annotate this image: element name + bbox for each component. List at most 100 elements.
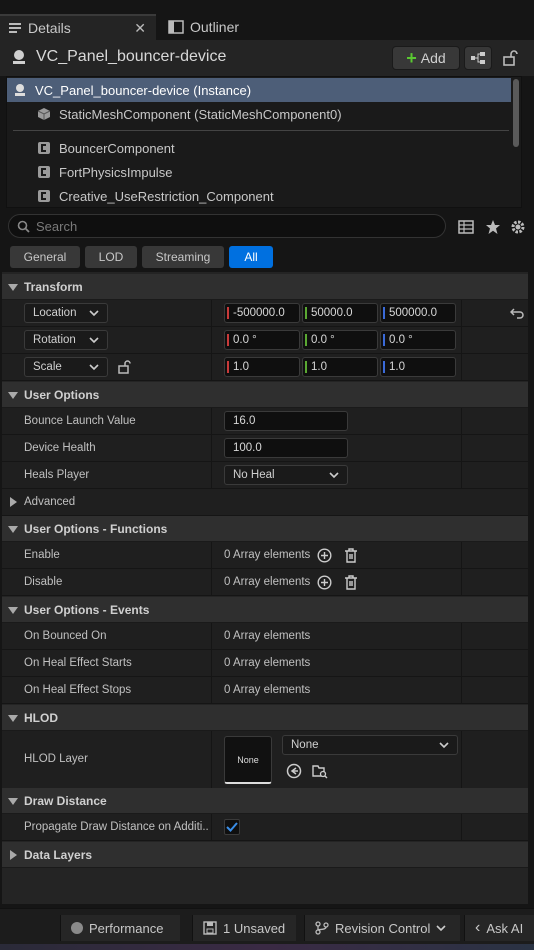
location-z-value: 500000.0 — [389, 307, 437, 319]
ask-ai-button[interactable]: ‹ Ask AI — [464, 915, 534, 941]
browse-folder-icon[interactable] — [312, 763, 328, 779]
category-draw-distance[interactable]: Draw Distance — [2, 788, 528, 814]
settings-gear-icon[interactable] — [510, 219, 526, 235]
asset-thumbnail[interactable]: None — [224, 736, 272, 784]
column-divider — [461, 814, 462, 840]
column-divider — [211, 814, 212, 840]
chevron-down-icon — [329, 472, 339, 479]
scale-mode-dropdown[interactable]: Scale — [24, 357, 108, 377]
use-selected-asset-icon[interactable] — [286, 763, 302, 779]
caret-right-icon — [10, 497, 17, 507]
add-element-icon[interactable] — [317, 548, 332, 563]
property-row-bounced-on: On Bounced On 0 Array elements — [2, 623, 528, 650]
property-row-propagate: Propagate Draw Distance on Additi... — [2, 814, 528, 841]
scale-y-field[interactable]: 1.0 — [302, 357, 378, 377]
column-divider — [211, 623, 212, 649]
category-label: Data Layers — [24, 847, 93, 862]
array-count: 0 Array elements — [224, 576, 311, 588]
category-label: User Options — [24, 387, 100, 402]
bounce-value-field[interactable]: 16.0 — [224, 411, 348, 431]
trash-icon[interactable] — [344, 575, 358, 590]
hlod-layer-value: None — [291, 739, 319, 751]
location-y-field[interactable]: 50000.0 — [302, 303, 378, 323]
category-data-layers[interactable]: Data Layers — [2, 842, 528, 868]
property-row-rotation: Rotation 0.0 ° 0.0 ° 0.0 ° — [2, 327, 528, 354]
search-box — [8, 214, 446, 238]
array-count: 0 Array elements — [224, 630, 311, 642]
trash-icon[interactable] — [344, 548, 358, 563]
revision-control-button[interactable]: Revision Control — [304, 915, 460, 941]
unsaved-button[interactable]: 1 Unsaved — [192, 915, 296, 941]
category-functions[interactable]: User Options - Functions — [2, 516, 528, 542]
category-label: User Options - Functions — [24, 521, 168, 536]
property-label: Device Health — [24, 442, 96, 454]
outliner-icon — [168, 20, 184, 34]
location-z-field[interactable]: 500000.0 — [380, 303, 456, 323]
tree-component-label: FortPhysicsImpulse — [59, 164, 173, 180]
search-input[interactable] — [36, 218, 416, 234]
scale-x-field[interactable]: 1.0 — [224, 357, 300, 377]
filter-general-button[interactable]: General — [10, 246, 80, 268]
filter-streaming-button[interactable]: Streaming — [142, 246, 224, 268]
column-divider — [461, 731, 462, 788]
tree-row-component[interactable]: BouncerComponent — [7, 136, 511, 160]
blueprint-hierarchy-button[interactable] — [464, 46, 492, 70]
category-hlod[interactable]: HLOD — [2, 705, 528, 731]
performance-button[interactable]: Performance — [60, 915, 180, 941]
tab-details[interactable]: Details ✕ — [0, 14, 156, 40]
column-divider — [211, 300, 212, 326]
ask-ai-label: Ask AI — [486, 920, 524, 936]
performance-dot-icon — [71, 922, 83, 934]
property-row-advanced[interactable]: Advanced — [2, 489, 528, 516]
z-axis-marker — [383, 334, 385, 346]
property-row-location: Location -500000.0 50000.0 500000.0 — [2, 300, 528, 327]
unlock-icon[interactable] — [118, 360, 132, 374]
propagate-checkbox[interactable] — [224, 819, 240, 835]
health-value-field[interactable]: 100.0 — [224, 438, 348, 458]
column-divider — [461, 300, 462, 326]
rotation-y-field[interactable]: 0.0 ° — [302, 330, 378, 350]
rotation-x-field[interactable]: 0.0 ° — [224, 330, 300, 350]
category-user-options[interactable]: User Options — [2, 382, 528, 408]
filter-lod-button[interactable]: LOD — [85, 246, 137, 268]
scale-z-field[interactable]: 1.0 — [380, 357, 456, 377]
location-x-field[interactable]: -500000.0 — [224, 303, 300, 323]
heals-player-dropdown[interactable]: No Heal — [224, 465, 348, 485]
rotation-z-field[interactable]: 0.0 ° — [380, 330, 456, 350]
caret-down-icon — [8, 392, 18, 399]
property-label: Enable — [24, 549, 60, 561]
rotation-mode-dropdown[interactable]: Rotation — [24, 330, 108, 350]
property-matrix-icon[interactable] — [458, 219, 474, 235]
star-icon[interactable] — [485, 219, 501, 235]
caret-down-icon — [8, 284, 18, 291]
tree-scrollbar[interactable] — [513, 79, 519, 147]
status-bar: Performance 1 Unsaved Revision Control ‹… — [0, 908, 534, 944]
filter-all-button[interactable]: All — [229, 246, 273, 268]
tree-row-instance[interactable]: VC_Panel_bouncer-device (Instance) — [7, 78, 511, 102]
property-row-enable: Enable 0 Array elements — [2, 542, 528, 569]
tab-outliner[interactable]: Outliner — [160, 14, 280, 40]
tree-row-component[interactable]: Creative_UseRestriction_Component — [7, 184, 511, 207]
add-component-button[interactable]: + Add — [392, 46, 460, 70]
category-label: HLOD — [24, 710, 58, 725]
save-disk-icon — [203, 921, 217, 935]
column-divider — [461, 650, 462, 676]
category-label: Transform — [24, 279, 83, 294]
location-mode-dropdown[interactable]: Location — [24, 303, 108, 323]
y-axis-marker — [305, 334, 307, 346]
unlock-icon[interactable] — [502, 50, 518, 66]
y-axis-marker — [305, 307, 307, 319]
property-label: Heals Player — [24, 469, 90, 481]
details-header: VC_Panel_bouncer-device + Add — [0, 40, 534, 76]
tree-row-component[interactable]: FortPhysicsImpulse — [7, 160, 511, 184]
close-icon[interactable]: ✕ — [134, 20, 146, 37]
column-divider — [461, 435, 462, 461]
category-events[interactable]: User Options - Events — [2, 597, 528, 623]
taskbar-strip — [0, 944, 534, 950]
add-element-icon[interactable] — [317, 575, 332, 590]
chevron-down-icon — [436, 925, 446, 932]
category-transform[interactable]: Transform — [2, 274, 528, 300]
hlod-layer-dropdown[interactable]: None — [282, 735, 458, 755]
tree-row-mesh[interactable]: StaticMeshComponent (StaticMeshComponent… — [7, 102, 511, 126]
reset-arrow-icon[interactable] — [510, 307, 524, 319]
